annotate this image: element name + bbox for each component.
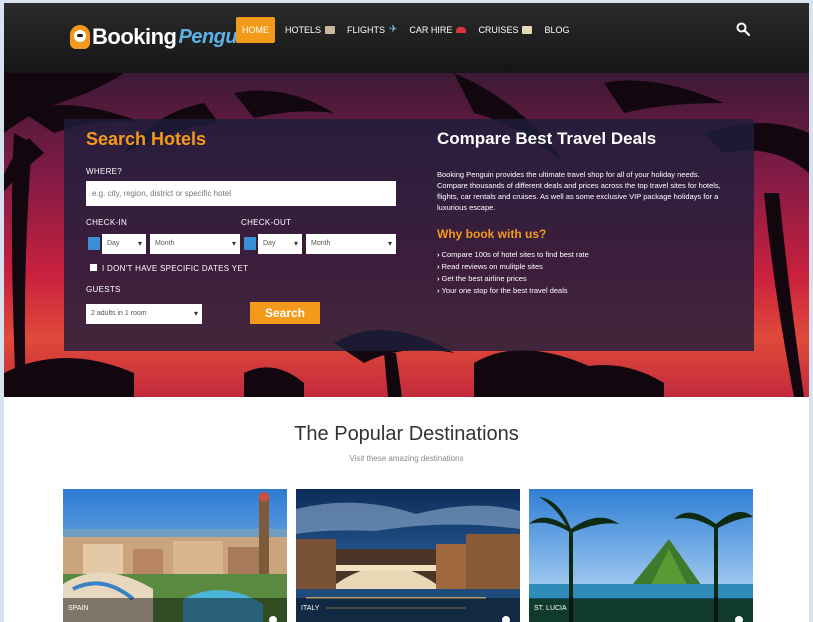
list-item: Your one stop for the best travel deals xyxy=(437,285,589,297)
calendar-icon[interactable] xyxy=(88,237,100,250)
logo-text-booking: Booking xyxy=(92,24,177,49)
hotel-icon xyxy=(325,26,336,34)
destination-caption: ITALY xyxy=(296,598,520,622)
check-in-label: CHECK-IN xyxy=(86,218,128,227)
search-hotels-title: Search Hotels xyxy=(86,129,207,149)
search-panel: Search Hotels WHERE? CHECK-IN CHECK-OUT … xyxy=(64,119,754,351)
logo[interactable]: Booking Penguin xyxy=(70,20,254,54)
no-dates-label: I DON'T HAVE SPECIFIC DATES YET xyxy=(102,264,249,273)
list-item: Compare 100s of hotel sites to find best… xyxy=(437,249,589,261)
top-navbar: Booking Penguin HOME HOTELS FLIGHTS ✈ CA… xyxy=(4,3,809,73)
check-in-day-select[interactable]: Day xyxy=(102,234,146,254)
nav-hotels-label: HOTELS xyxy=(285,25,322,35)
hero-banner: Search Hotels WHERE? CHECK-IN CHECK-OUT … xyxy=(4,73,809,397)
destination-caption: ST. LUCIA xyxy=(529,598,753,622)
why-book-list: Compare 100s of hotel sites to find best… xyxy=(437,249,589,297)
nav-blog-label: BLOG xyxy=(544,25,570,35)
nav-flights-label: FLIGHTS xyxy=(347,25,386,35)
destinations-subtitle: Visit these amazing destinations xyxy=(349,454,464,463)
compare-title: Compare Best Travel Deals xyxy=(437,129,657,148)
main-nav: HOME HOTELS FLIGHTS ✈ CAR HIRE CRUISES B… xyxy=(236,17,575,43)
nav-cruises-label: CRUISES xyxy=(478,25,519,35)
nav-flights[interactable]: FLIGHTS ✈ xyxy=(341,17,403,43)
destinations-title: The Popular Destinations xyxy=(294,423,519,445)
check-out-day-select[interactable]: Day xyxy=(258,234,302,254)
nav-car-hire[interactable]: CAR HIRE xyxy=(403,17,472,43)
nav-hotels[interactable]: HOTELS xyxy=(279,17,341,43)
destination-card-st-lucia[interactable]: ST. LUCIA xyxy=(529,489,753,622)
destination-card-spain[interactable]: SPAIN xyxy=(63,489,287,622)
nav-home-label: HOME xyxy=(242,25,269,35)
guests-label: GUESTS xyxy=(86,285,121,294)
ship-icon xyxy=(522,26,533,34)
calendar-icon[interactable] xyxy=(244,237,256,250)
compare-description: Booking Penguin provides the ultimate tr… xyxy=(437,170,721,212)
check-in-month-select[interactable]: Month xyxy=(150,234,240,254)
search-button[interactable]: Search xyxy=(250,302,320,324)
guests-select[interactable]: 2 adults in 1 room xyxy=(86,304,202,324)
destination-caption: SPAIN xyxy=(63,598,287,622)
nav-blog[interactable]: BLOG xyxy=(538,17,575,43)
destination-card-italy[interactable]: ITALY xyxy=(296,489,520,622)
search-icon[interactable] xyxy=(736,22,750,36)
list-item: Read reviews on mulitple sites xyxy=(437,261,589,273)
plane-icon: ✈ xyxy=(389,24,398,35)
nav-car-hire-label: CAR HIRE xyxy=(409,25,453,35)
check-out-month-select[interactable]: Month xyxy=(306,234,396,254)
where-input[interactable] xyxy=(86,181,396,206)
page: Booking Penguin HOME HOTELS FLIGHTS ✈ CA… xyxy=(4,3,809,622)
nav-cruises[interactable]: CRUISES xyxy=(472,17,538,43)
penguin-logo-icon xyxy=(70,25,90,49)
no-dates-checkbox[interactable] xyxy=(90,264,97,271)
nav-home[interactable]: HOME xyxy=(236,17,275,43)
check-out-label: CHECK-OUT xyxy=(241,218,292,227)
where-label: WHERE? xyxy=(86,167,123,176)
car-icon xyxy=(456,27,467,33)
list-item: Get the best airline prices xyxy=(437,273,589,285)
why-book-title: Why book with us? xyxy=(437,227,547,241)
